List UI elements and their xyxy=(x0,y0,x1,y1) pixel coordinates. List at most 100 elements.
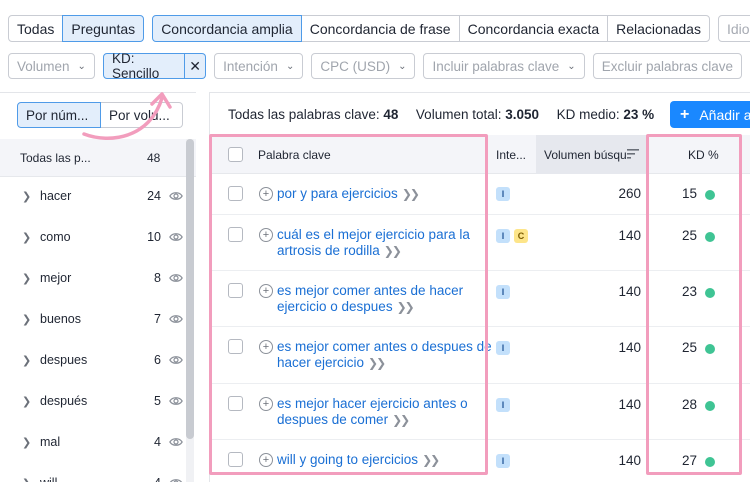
chevron-right-icon[interactable]: ❯ xyxy=(22,313,31,326)
volume-value: 140 xyxy=(618,340,641,355)
keyword-text[interactable]: es mejor hacer ejercicio antes o despues… xyxy=(277,396,468,427)
table-row: + es mejor comer antes o despues de hace… xyxy=(210,327,750,384)
keyword-text[interactable]: will y going to ejercicios xyxy=(277,452,418,467)
volume-filter-dropdown[interactable]: Volumen ⌄ xyxy=(8,53,95,79)
add-keyword-icon[interactable]: + xyxy=(259,397,273,411)
eye-icon[interactable] xyxy=(169,189,183,203)
all-keywords-group-label: Todas las p... xyxy=(20,151,91,165)
scrollbar-thumb[interactable] xyxy=(186,139,194,439)
chevron-right-icon[interactable]: ❯ xyxy=(22,190,31,203)
add-keyword-icon[interactable]: + xyxy=(259,340,273,354)
intent-badge-commercial: C xyxy=(514,229,528,243)
select-all-checkbox[interactable] xyxy=(228,147,243,162)
eye-icon[interactable] xyxy=(169,476,183,482)
double-chevron-icon[interactable]: ❯❯ xyxy=(368,356,386,370)
tab-preguntas[interactable]: Preguntas xyxy=(62,15,145,42)
group-item[interactable]: ❯ hacer 24 xyxy=(0,177,196,218)
keyword-text[interactable]: cuál es el mejor ejercicio para la artro… xyxy=(277,227,470,258)
volume-filter-label: Volumen xyxy=(17,58,70,74)
close-icon[interactable]: ✕ xyxy=(185,53,207,79)
double-chevron-icon[interactable]: ❯❯ xyxy=(384,244,402,258)
kd-value: 23 xyxy=(682,284,698,299)
add-keyword-icon[interactable]: + xyxy=(259,284,273,298)
keyword-link[interactable]: es mejor hacer ejercicio antes o despues… xyxy=(277,396,492,428)
kd-filter-chip[interactable]: KD: Sencillo ✕ xyxy=(102,51,207,81)
add-keyword-icon[interactable]: + xyxy=(259,187,273,201)
eye-icon[interactable] xyxy=(169,435,183,449)
group-item[interactable]: ❯ despues 6 xyxy=(0,341,196,382)
eye-icon[interactable] xyxy=(169,230,183,244)
keyword-groups-panel: Por núm... Por volu... Todas las p... 48… xyxy=(0,92,196,482)
group-item[interactable]: ❯ buenos 7 xyxy=(0,300,196,341)
eye-icon[interactable] xyxy=(169,271,183,285)
group-item[interactable]: ❯ mal 4 xyxy=(0,423,196,464)
group-item[interactable]: ❯ como 10 xyxy=(0,218,196,259)
chevron-right-icon[interactable]: ❯ xyxy=(22,354,31,367)
keyword-link[interactable]: will y going to ejercicios ❯❯ xyxy=(277,452,492,468)
row-checkbox[interactable] xyxy=(228,452,243,467)
chevron-right-icon[interactable]: ❯ xyxy=(22,272,31,285)
double-chevron-icon[interactable]: ❯❯ xyxy=(422,453,440,467)
keyword-column-header[interactable]: Palabra clave xyxy=(258,148,331,162)
kd-difficulty-dot xyxy=(705,344,715,354)
tab-relacionadas[interactable]: Relacionadas xyxy=(607,15,710,42)
tab-concordancia-frase[interactable]: Concordancia de frase xyxy=(300,15,460,42)
exclude-keywords-dropdown[interactable]: Excluir palabras clave xyxy=(592,53,742,79)
all-keywords-value: 48 xyxy=(383,107,399,122)
sort-by-number-button[interactable]: Por núm... xyxy=(17,102,101,128)
row-checkbox[interactable] xyxy=(228,396,243,411)
group-count: 4 xyxy=(154,476,161,482)
sort-by-volume-button[interactable]: Por volu... xyxy=(101,102,183,128)
group-item[interactable]: ❯ mejor 8 xyxy=(0,259,196,300)
include-keywords-dropdown[interactable]: Incluir palabras clave ⌄ xyxy=(423,53,585,79)
row-checkbox[interactable] xyxy=(228,339,243,354)
language-dropdown[interactable]: Idioma xyxy=(717,15,750,42)
exclude-keywords-label: Excluir palabras clave xyxy=(601,58,733,74)
eye-icon[interactable] xyxy=(169,312,183,326)
intent-column-header[interactable]: Inte... xyxy=(496,148,526,162)
all-keywords-group[interactable]: Todas las p... 48 xyxy=(0,139,196,177)
all-keywords-group-count: 48 xyxy=(147,151,161,165)
keyword-table-panel: Todas las palabras clave: 48 Volumen tot… xyxy=(209,92,750,482)
chevron-right-icon[interactable]: ❯ xyxy=(22,231,31,244)
row-checkbox[interactable] xyxy=(228,186,243,201)
kd-column-header[interactable]: KD % xyxy=(688,148,719,162)
volume-column-header[interactable]: Volumen búsqu xyxy=(544,148,627,162)
chevron-right-icon[interactable]: ❯ xyxy=(22,395,31,408)
table-header: Palabra clave Inte... Volumen búsqu KD % xyxy=(210,135,750,174)
chevron-right-icon[interactable]: ❯ xyxy=(22,436,31,449)
keyword-link[interactable]: cuál es el mejor ejercicio para la artro… xyxy=(277,227,492,259)
tab-todas[interactable]: Todas xyxy=(8,15,64,42)
eye-icon[interactable] xyxy=(169,394,183,408)
keyword-link[interactable]: es mejor comer antes o despues de hacer … xyxy=(277,339,492,371)
keyword-link[interactable]: es mejor comer antes de hacer ejercicio … xyxy=(277,283,492,315)
kd-difficulty-dot xyxy=(705,401,715,411)
kd-filter-label[interactable]: KD: Sencillo xyxy=(102,51,186,81)
double-chevron-icon[interactable]: ❯❯ xyxy=(392,413,410,427)
add-to-list-button[interactable]: + Añadir a xyxy=(670,101,750,128)
intent-badge-informational: I xyxy=(496,285,510,299)
cpc-filter-dropdown[interactable]: CPC (USD) ⌄ xyxy=(311,53,416,79)
keyword-text[interactable]: es mejor comer antes o despues de hacer … xyxy=(277,339,492,370)
keyword-link[interactable]: por y para ejercicios ❯❯ xyxy=(277,186,492,202)
kd-value: 25 xyxy=(682,340,698,355)
add-keyword-icon[interactable]: + xyxy=(259,453,273,467)
double-chevron-icon[interactable]: ❯❯ xyxy=(402,187,420,201)
double-chevron-icon[interactable]: ❯❯ xyxy=(397,300,415,314)
add-keyword-icon[interactable]: + xyxy=(259,228,273,242)
row-checkbox[interactable] xyxy=(228,227,243,242)
sort-icon[interactable] xyxy=(627,148,639,160)
keyword-text[interactable]: por y para ejercicios xyxy=(277,186,398,201)
match-type-tabs: Todas Preguntas Concordancia amplia Conc… xyxy=(8,15,750,42)
group-item[interactable]: ❯ después 5 xyxy=(0,382,196,423)
row-checkbox[interactable] xyxy=(228,283,243,298)
eye-icon[interactable] xyxy=(169,353,183,367)
chevron-down-icon: ⌄ xyxy=(285,60,295,72)
tab-concordancia-exacta[interactable]: Concordancia exacta xyxy=(458,15,609,42)
chevron-right-icon[interactable]: ❯ xyxy=(22,477,31,482)
intent-filter-dropdown[interactable]: Intención ⌄ xyxy=(214,53,304,79)
group-item[interactable]: ❯ will 4 xyxy=(0,464,196,482)
table-row: + cuál es el mejor ejercicio para la art… xyxy=(210,215,750,271)
tab-concordancia-amplia[interactable]: Concordancia amplia xyxy=(152,15,302,42)
keyword-text[interactable]: es mejor comer antes de hacer ejercicio … xyxy=(277,283,463,314)
